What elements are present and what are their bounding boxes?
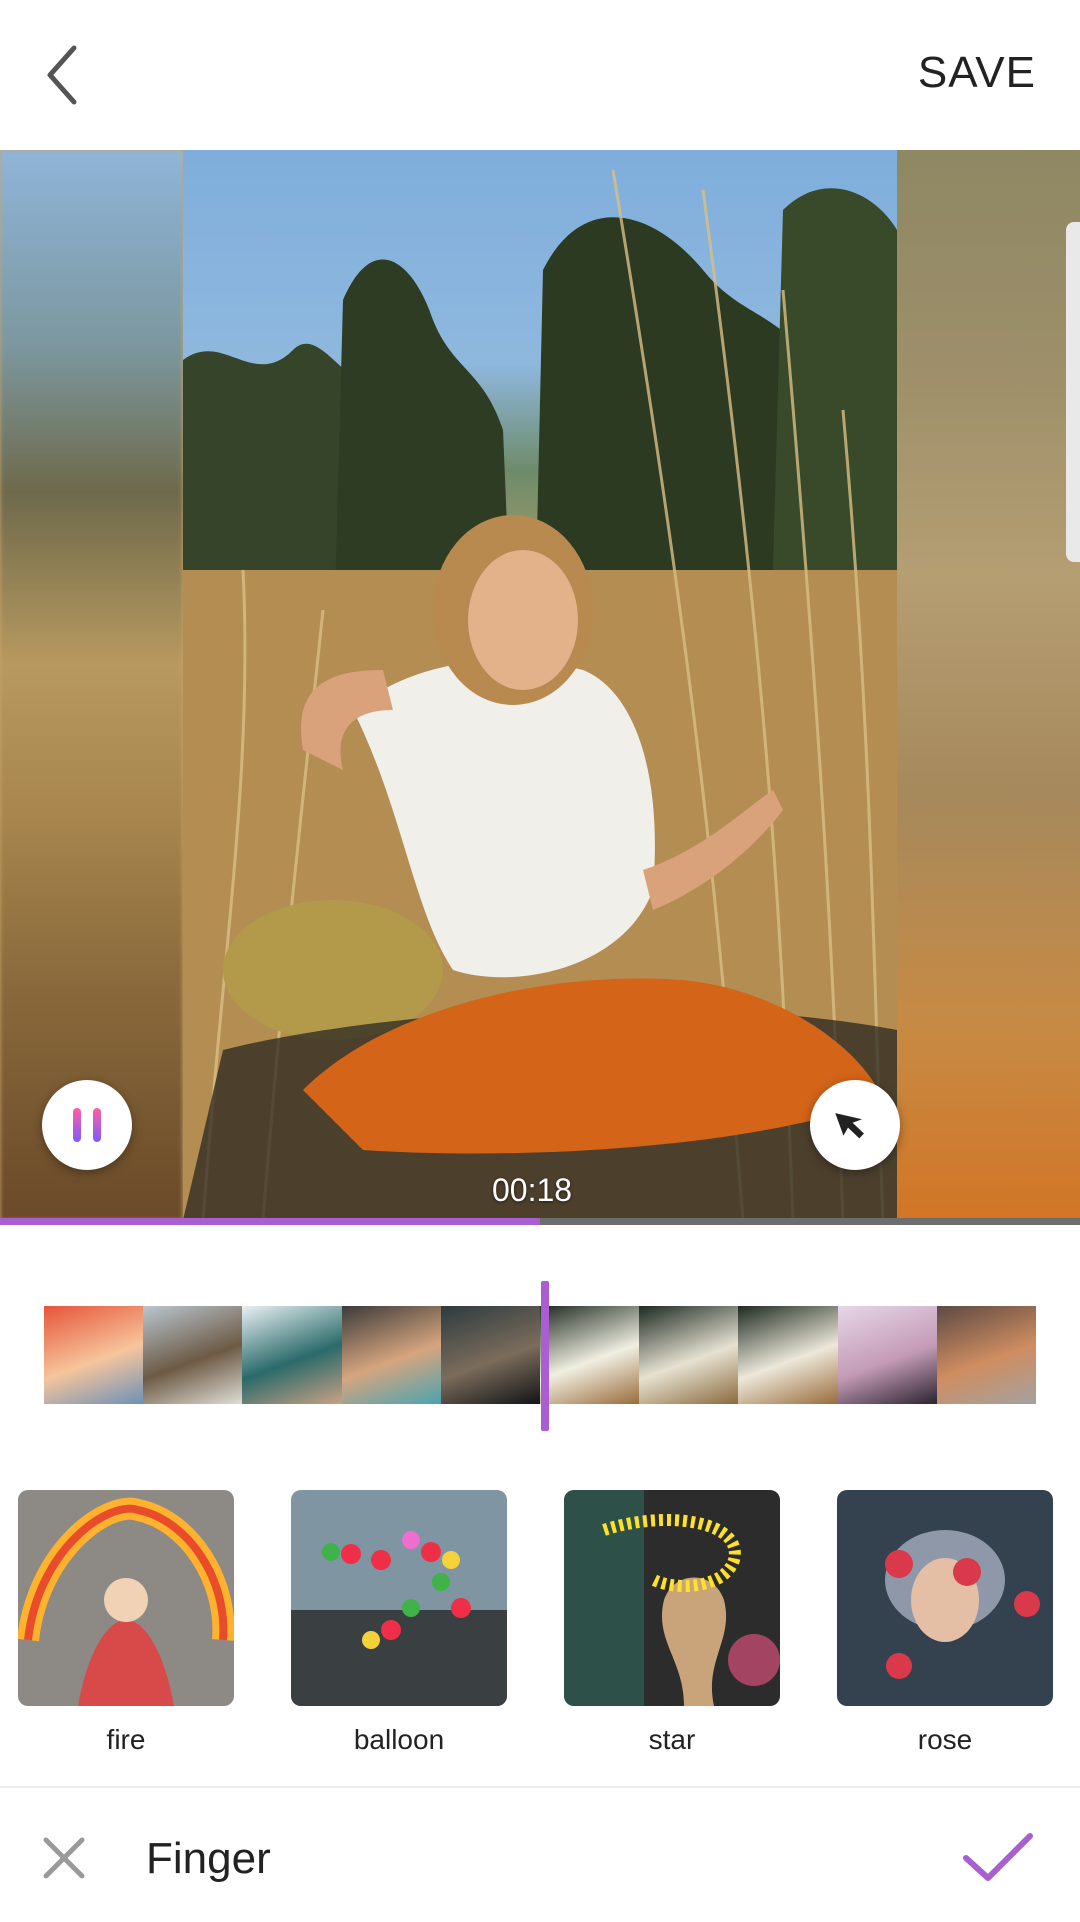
effect-label: fire xyxy=(106,1724,146,1755)
save-button[interactable]: SAVE xyxy=(918,48,1036,98)
pause-button[interactable] xyxy=(42,1080,132,1170)
timeline-frame[interactable] xyxy=(341,1306,441,1404)
pause-icon xyxy=(73,1108,81,1142)
effect-thumbnail xyxy=(837,1490,1053,1706)
timeline-playhead[interactable] xyxy=(541,1281,549,1431)
top-bar: SAVE xyxy=(0,0,1080,150)
timeline-frame[interactable] xyxy=(539,1306,640,1404)
timeline-frame[interactable] xyxy=(738,1306,838,1404)
effects-row: fire balloon star rose xyxy=(18,1490,1068,1760)
timeline-strip[interactable] xyxy=(44,1306,1036,1404)
effect-thumbnail xyxy=(564,1490,780,1706)
timeline-frame[interactable] xyxy=(143,1306,243,1404)
timeline-frame[interactable] xyxy=(936,1306,1036,1404)
effect-balloon[interactable]: balloon xyxy=(291,1490,507,1756)
effect-thumbnail xyxy=(291,1490,507,1706)
woman-in-field-image xyxy=(183,169,897,1220)
chevron-left-icon xyxy=(47,45,77,105)
effect-fire[interactable]: fire xyxy=(18,1490,234,1756)
confirm-button[interactable] xyxy=(960,1828,1036,1888)
effect-star[interactable]: star xyxy=(564,1490,780,1756)
effect-label: star xyxy=(648,1724,696,1755)
pointer-mode-button[interactable] xyxy=(810,1080,900,1170)
cursor-arrow-icon xyxy=(835,1113,864,1139)
timeline-frame[interactable] xyxy=(440,1306,540,1404)
effect-thumbnail xyxy=(18,1490,234,1706)
pause-icon-bar xyxy=(93,1108,101,1142)
playback-progress[interactable] xyxy=(0,1218,1080,1225)
playback-time: 00:18 xyxy=(492,1172,573,1208)
effect-label: rose xyxy=(917,1724,973,1755)
video-frame xyxy=(183,150,897,1220)
blurred-background-right xyxy=(897,150,1080,1220)
timeline-frame[interactable] xyxy=(44,1306,144,1404)
timeline-frame[interactable] xyxy=(639,1306,739,1404)
bottom-bar: Finger xyxy=(0,1786,1080,1922)
close-button[interactable] xyxy=(40,1834,88,1882)
blurred-background-left xyxy=(0,150,183,1220)
checkmark-icon xyxy=(963,1833,1033,1881)
side-scroll-handle[interactable] xyxy=(1066,222,1080,562)
timeline-frame[interactable] xyxy=(837,1306,937,1404)
timeline-frame[interactable] xyxy=(242,1306,342,1404)
back-button[interactable] xyxy=(40,40,120,110)
effect-label: balloon xyxy=(353,1724,445,1755)
effect-rose[interactable]: rose xyxy=(837,1490,1053,1756)
video-preview[interactable]: 00:18 xyxy=(0,150,1080,1220)
playback-progress-fill xyxy=(0,1218,540,1225)
close-icon xyxy=(43,1837,85,1879)
mode-title: Finger xyxy=(146,1834,271,1883)
